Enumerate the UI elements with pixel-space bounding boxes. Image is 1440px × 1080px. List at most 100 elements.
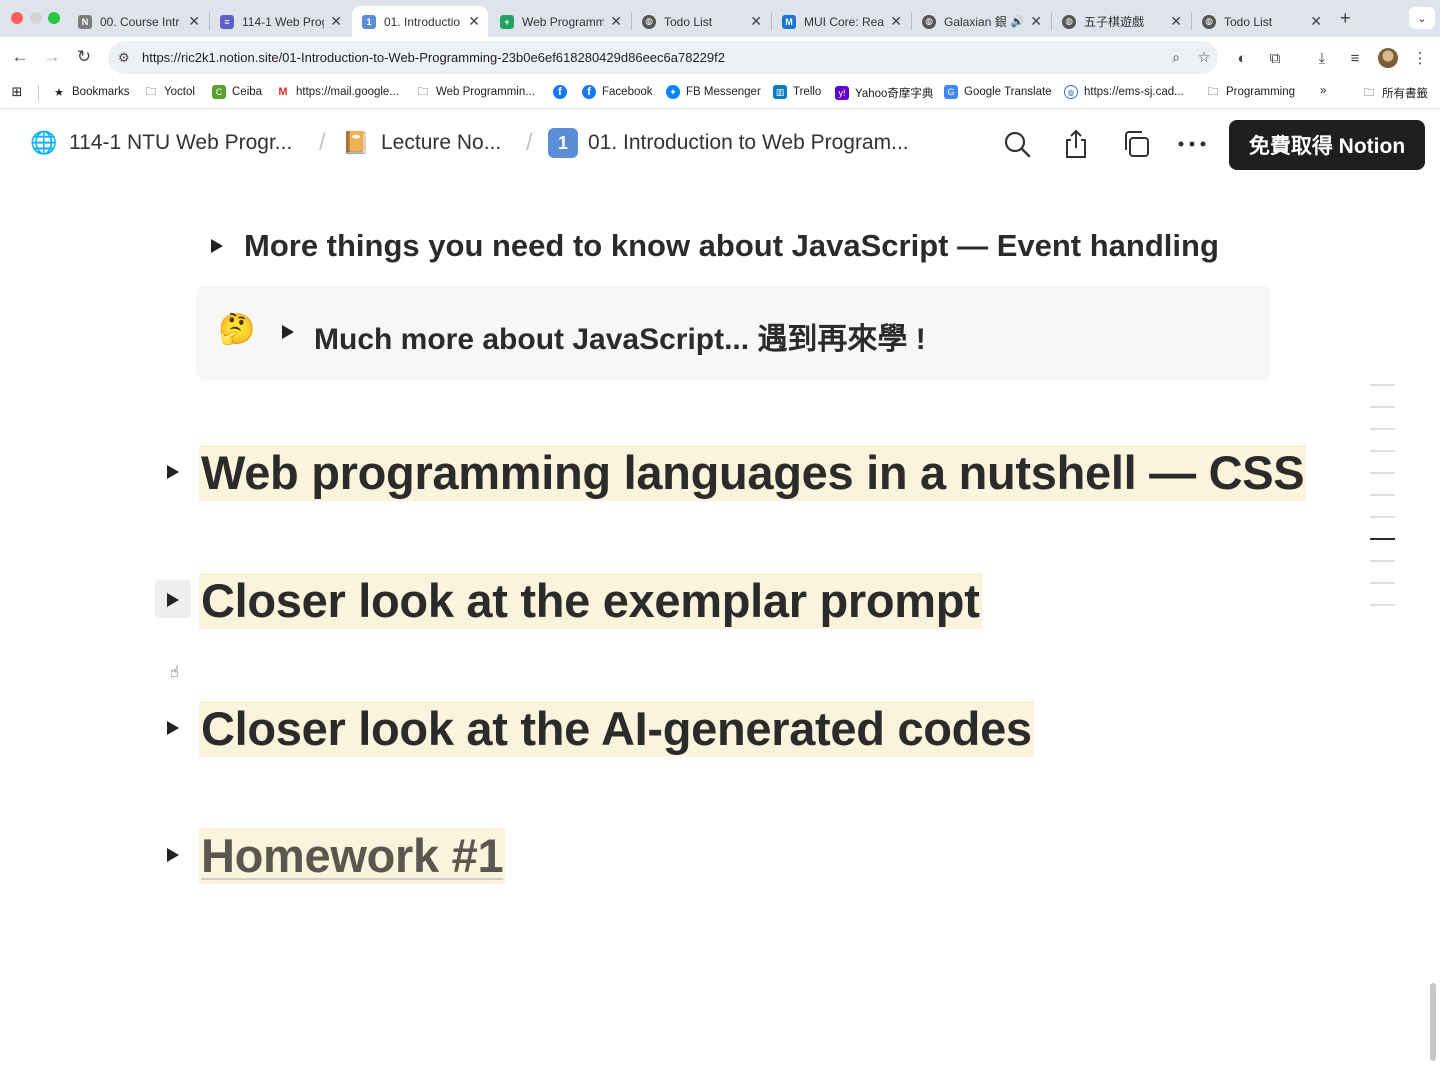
- bookmark-item[interactable]: 🗀 Web Programmin...: [416, 85, 535, 99]
- more-bookmarks-button[interactable]: »: [1320, 85, 1326, 97]
- outline-item[interactable]: [1370, 582, 1395, 584]
- translate-icon: G: [944, 85, 958, 99]
- browser-menu-icon[interactable]: ⋮: [1409, 47, 1431, 69]
- close-tab-icon[interactable]: ✕: [1310, 13, 1322, 30]
- back-button[interactable]: ←: [8, 45, 32, 69]
- browser-tab[interactable]: ◍ Todo List ✕: [632, 6, 770, 37]
- tab-strip: N 00. Course Intr ✕ ≡ 114-1 Web Prog ✕ 1…: [0, 0, 1440, 37]
- close-tab-icon[interactable]: ✕: [468, 13, 480, 30]
- close-tab-icon[interactable]: ✕: [1170, 13, 1182, 30]
- heading-css-nutshell[interactable]: Web programming languages in a nutshell …: [199, 445, 1307, 501]
- duplicate-icon[interactable]: [1120, 128, 1152, 160]
- browser-tab[interactable]: ≡ 114-1 Web Prog ✕: [210, 6, 350, 37]
- search-icon[interactable]: [1001, 128, 1033, 160]
- toggle-arrow[interactable]: [167, 593, 179, 607]
- url-text[interactable]: https://ric2k1.notion.site/01-Introducti…: [142, 50, 1162, 65]
- notion-icon: N: [78, 14, 92, 29]
- toggle-more-javascript[interactable]: Much more about JavaScript... 遇到再來學 !: [314, 314, 926, 358]
- bookmark-item[interactable]: 🗀 所有書籤: [1362, 85, 1429, 101]
- outline-item[interactable]: [1370, 406, 1395, 408]
- toggle-arrow[interactable]: [167, 721, 179, 735]
- bookmarks-separator: [38, 85, 39, 101]
- browser-tab[interactable]: + Web Programm ✕: [490, 6, 630, 37]
- bookmark-item[interactable]: 🗀 Programming: [1206, 85, 1296, 99]
- tab-search-button[interactable]: ⌄: [1409, 7, 1435, 29]
- bookmark-item[interactable]: 🗀 Yoctol: [144, 85, 195, 99]
- close-tab-icon[interactable]: ✕: [330, 13, 342, 30]
- outline-item[interactable]: [1370, 428, 1395, 430]
- star-icon: ★: [54, 86, 64, 99]
- toggle-arrow[interactable]: [167, 848, 179, 862]
- extension-icon[interactable]: ◐: [1231, 47, 1253, 69]
- window-maximize-button[interactable]: [48, 12, 60, 24]
- bookmark-item[interactable]: ✦ FB Messenger: [666, 85, 761, 99]
- media-control-icon[interactable]: ≡: [1344, 47, 1366, 69]
- toggle-js-event-handling[interactable]: More things you need to know about JavaS…: [244, 228, 1219, 264]
- close-tab-icon[interactable]: ✕: [890, 13, 902, 30]
- bookmark-item[interactable]: Mhttps://mail.google...: [276, 85, 399, 99]
- speaker-icon[interactable]: 🔊: [1011, 15, 1025, 28]
- browser-tab[interactable]: ◍ 五子棋遊戲 ✕: [1052, 6, 1190, 37]
- bookmark-item[interactable]: ◍ https://ems-sj.cad...: [1064, 85, 1184, 99]
- outline-item[interactable]: [1370, 516, 1395, 518]
- outline-item-active[interactable]: [1370, 538, 1395, 540]
- share-icon[interactable]: [1060, 128, 1092, 160]
- close-tab-icon[interactable]: ✕: [610, 13, 622, 30]
- toggle-arrow[interactable]: [282, 325, 294, 339]
- breadcrumb-current-page[interactable]: 1 01. Introduction to Web Program...: [548, 128, 909, 158]
- site-info-icon[interactable]: ⚙: [118, 50, 134, 66]
- page-scrollbar[interactable]: [1430, 983, 1436, 1061]
- folder-icon: 🗀: [145, 85, 157, 98]
- breadcrumb-separator: /: [319, 129, 326, 156]
- outline-item[interactable]: [1370, 384, 1395, 386]
- browser-tab-active[interactable]: 1 01. Introductio ✕: [352, 6, 488, 37]
- browser-tab[interactable]: N 00. Course Intr ✕: [68, 6, 208, 37]
- breadcrumb-workspace[interactable]: 🌐 114-1 NTU Web Progr...: [29, 128, 292, 158]
- bookmark-item[interactable]: G Google Translate: [944, 85, 1052, 99]
- heading-exemplar-prompt[interactable]: Closer look at the exemplar prompt: [199, 573, 982, 629]
- toggle-arrow[interactable]: [211, 239, 223, 253]
- zoom-icon[interactable]: ⌕: [1162, 49, 1190, 66]
- sheets-icon: +: [500, 14, 514, 29]
- more-options-icon[interactable]: [1176, 128, 1208, 160]
- heading-ai-generated-codes[interactable]: Closer look at the AI-generated codes: [199, 701, 1034, 757]
- close-tab-icon[interactable]: ✕: [750, 13, 762, 30]
- download-icon[interactable]: ⤓: [1311, 47, 1333, 69]
- pointer-cursor-icon: ☝: [170, 664, 180, 681]
- mui-icon: M: [782, 14, 796, 29]
- outline-item[interactable]: [1370, 604, 1395, 606]
- heading-homework-1[interactable]: Homework #1: [199, 828, 506, 884]
- reload-button[interactable]: ↻: [72, 45, 96, 69]
- close-tab-icon[interactable]: ✕: [1030, 13, 1042, 30]
- apps-grid-icon[interactable]: ⊞: [10, 84, 30, 99]
- outline-item[interactable]: [1370, 560, 1395, 562]
- browser-tab[interactable]: ◍ Todo List ✕: [1192, 6, 1330, 37]
- thinking-face-icon[interactable]: 🤔: [218, 312, 255, 347]
- new-tab-button[interactable]: +: [1340, 8, 1351, 29]
- globe-icon: ◍: [1202, 14, 1216, 29]
- forward-button[interactable]: →: [40, 45, 64, 69]
- toggle-arrow[interactable]: [167, 465, 179, 479]
- bookmark-item[interactable]: C Ceiba: [212, 85, 262, 99]
- bookmark-item[interactable]: ★ Bookmarks: [52, 85, 129, 99]
- extensions-puzzle-icon[interactable]: ⧉: [1264, 47, 1286, 69]
- outline-item[interactable]: [1370, 494, 1395, 496]
- window-close-button[interactable]: [11, 12, 23, 24]
- bookmark-item[interactable]: ▥ Trello: [773, 85, 821, 99]
- bookmark-item[interactable]: f: [553, 85, 573, 99]
- breadcrumb-lecture-notes[interactable]: 📔 Lecture No...: [341, 128, 501, 158]
- close-tab-icon[interactable]: ✕: [188, 13, 200, 30]
- get-notion-button[interactable]: 免費取得 Notion: [1229, 120, 1425, 170]
- outline-item[interactable]: [1370, 450, 1395, 452]
- address-bar[interactable]: ⚙ https://ric2k1.notion.site/01-Introduc…: [108, 41, 1218, 74]
- bookmark-item[interactable]: f Facebook: [582, 85, 653, 99]
- bookmark-item[interactable]: y! Yahoo奇摩字典: [835, 85, 933, 101]
- outline-item[interactable]: [1370, 472, 1395, 474]
- profile-avatar[interactable]: [1378, 48, 1398, 68]
- browser-tab[interactable]: M MUI Core: Rea ✕: [772, 6, 910, 37]
- keycap-one-icon: 1: [548, 128, 578, 158]
- notebook-icon: 📔: [342, 130, 370, 155]
- browser-tab[interactable]: ◍ Galaxian 銀 🔊 ✕: [912, 6, 1050, 37]
- window-minimize-button[interactable]: [30, 12, 42, 24]
- bookmark-star-icon[interactable]: ☆: [1190, 49, 1218, 66]
